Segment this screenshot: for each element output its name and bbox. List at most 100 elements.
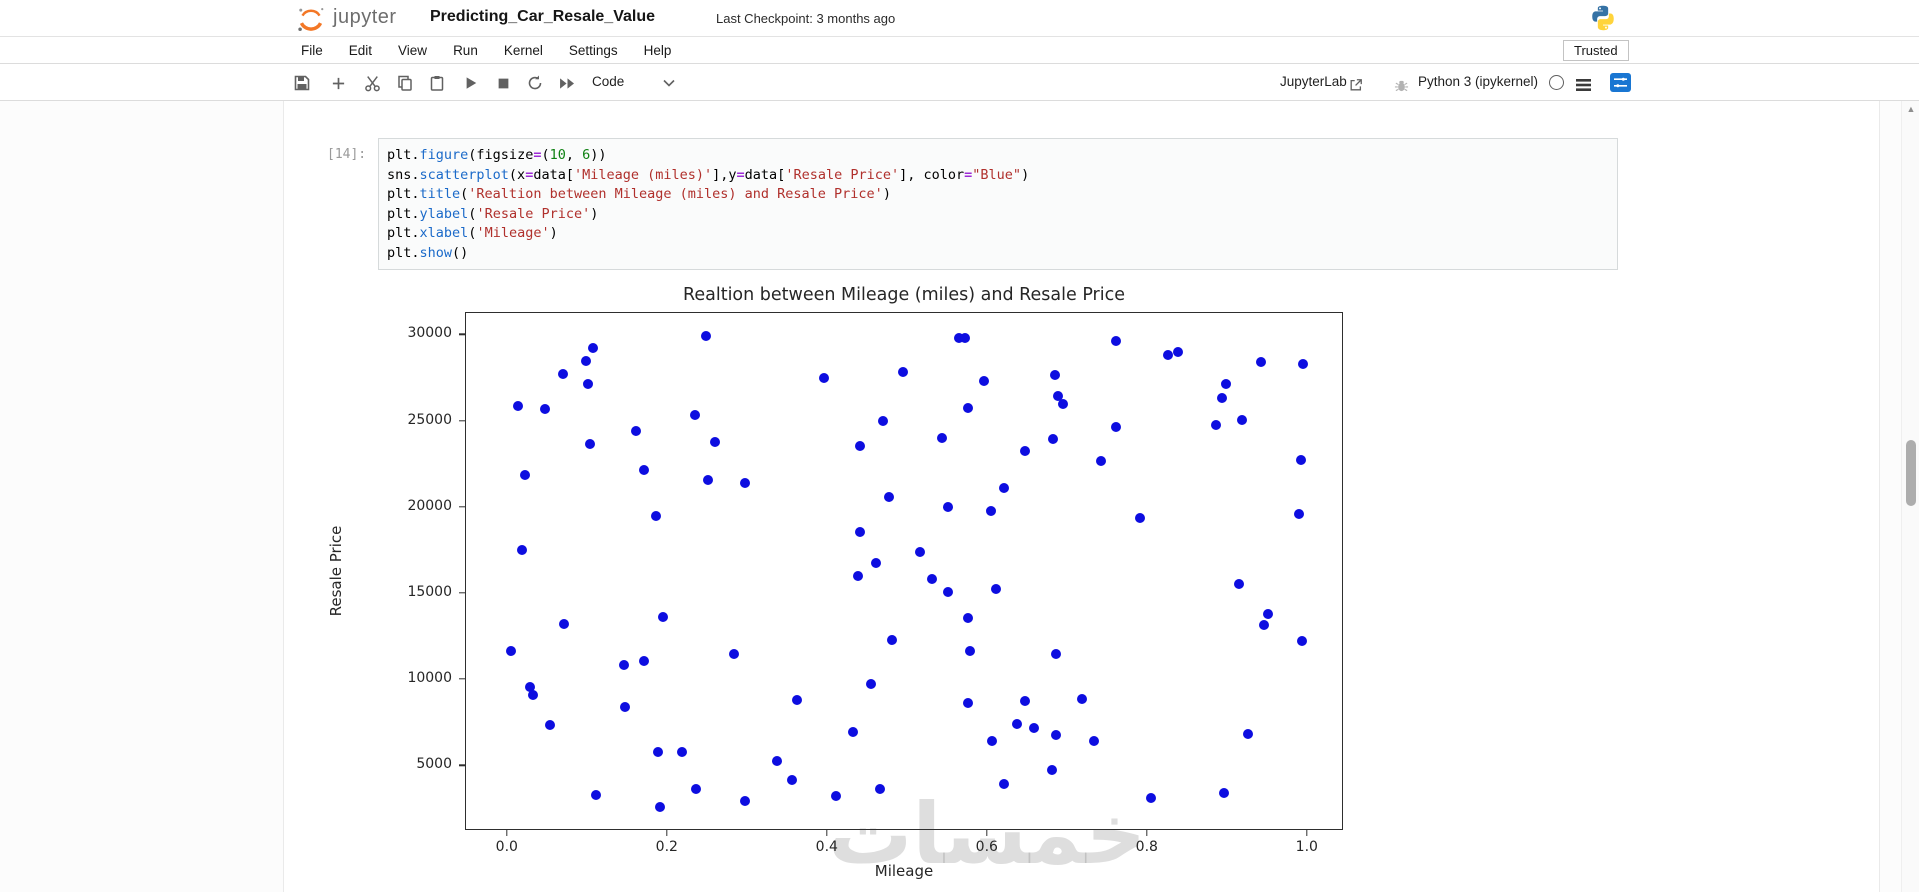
scatter-point: [818, 373, 829, 384]
scrollbar-thumb[interactable]: [1906, 440, 1916, 506]
copy-cells-button[interactable]: [394, 72, 416, 94]
scatter-point: [1173, 347, 1183, 358]
chart-title: Realtion between Mileage (miles) and Res…: [682, 285, 1126, 305]
scatter-point: [703, 475, 714, 485]
scatter-point: [1233, 579, 1244, 590]
scatter-point: [581, 356, 591, 367]
scatter-point: [1012, 718, 1023, 729]
scatter-point: [937, 432, 947, 443]
scatter-point: [528, 689, 539, 700]
menu-item-view[interactable]: View: [385, 37, 440, 64]
cell-type-dropdown[interactable]: Code: [592, 74, 624, 89]
code-line: sns.scatterplot(x=data['Mileage (miles)'…: [387, 166, 1030, 183]
scatter-point: [877, 416, 888, 427]
scatter-point: [590, 789, 601, 800]
code-line: plt.xlabel('Mileage'): [387, 225, 558, 241]
chart-y-axis-label: Resale Price: [327, 525, 345, 617]
notification-panel-icon[interactable]: [1610, 73, 1631, 92]
paste-cells-button[interactable]: [426, 72, 448, 94]
jupyter-notebook-app: jupyter Predicting_Car_Resale_Value Last…: [0, 0, 1919, 892]
scatter-point: [1145, 792, 1156, 803]
scatter-point: [1111, 336, 1122, 347]
menu-items: File Edit View Run Kernel Settings Help: [288, 37, 684, 64]
scatter-point: [986, 736, 997, 747]
scatter-point: [897, 367, 908, 378]
save-button[interactable]: [291, 72, 313, 94]
add-cell-button[interactable]: [327, 72, 349, 94]
scatter-point: [1211, 419, 1222, 430]
scatter-point: [740, 796, 751, 807]
scatter-point: [689, 409, 700, 420]
scatter-point: [1263, 609, 1274, 620]
run-cell-button[interactable]: [460, 72, 482, 94]
restart-kernel-button[interactable]: [524, 72, 546, 94]
scatter-point: [870, 557, 881, 568]
open-in-jupyterlab-link[interactable]: JupyterLab: [1280, 74, 1347, 89]
restart-run-all-button[interactable]: [556, 72, 578, 94]
kernel-name-label[interactable]: Python 3 (ipykernel): [1418, 74, 1538, 89]
menu-item-help[interactable]: Help: [631, 37, 685, 64]
kernel-status-icon: [1549, 75, 1564, 90]
scatter-point: [942, 501, 953, 512]
scatter-point: [650, 511, 661, 522]
y-tick-label: 30000: [407, 325, 452, 342]
cell-execution-prompt: [14]:: [327, 147, 367, 162]
code-cell-editor[interactable]: plt.figure(figsize=(10, 6)) sns.scatterpl…: [378, 138, 1618, 270]
x-tick-mark: [666, 829, 668, 836]
vertical-scrollbar[interactable]: ▲: [1901, 101, 1919, 892]
scatter-point: [914, 547, 925, 558]
y-tick-mark: [459, 678, 466, 680]
trusted-button[interactable]: Trusted: [1563, 40, 1629, 61]
scatter-point: [965, 645, 975, 656]
x-tick-label: 0.2: [655, 839, 678, 855]
x-tick-mark: [506, 829, 508, 836]
scatter-point: [520, 469, 531, 480]
scatter-point: [792, 694, 803, 705]
interrupt-kernel-button[interactable]: [492, 72, 514, 94]
chevron-down-icon[interactable]: [658, 72, 680, 94]
menu-item-kernel[interactable]: Kernel: [491, 37, 556, 64]
scatter-point: [848, 727, 859, 738]
scatter-point: [1089, 736, 1099, 747]
scatter-point: [677, 747, 687, 758]
scatter-point: [1221, 379, 1231, 390]
menu-item-run[interactable]: Run: [440, 37, 491, 64]
scatter-point: [1297, 358, 1308, 369]
scatter-point: [1048, 433, 1059, 444]
scatter-point: [583, 379, 594, 390]
jupyter-logo-icon[interactable]: [296, 4, 326, 34]
scatter-point: [740, 477, 751, 488]
notebook-title[interactable]: Predicting_Car_Resale_Value: [430, 8, 655, 26]
scatter-point: [1163, 350, 1174, 361]
scatter-point: [653, 747, 663, 758]
scatter-point: [985, 506, 996, 517]
scroll-up-arrow[interactable]: ▲: [1905, 103, 1917, 115]
menu-item-edit[interactable]: Edit: [336, 37, 385, 64]
jupyter-wordmark: jupyter: [333, 6, 397, 28]
scatter-point: [1293, 508, 1304, 519]
scatter-point: [540, 404, 551, 415]
scatter-point: [1028, 723, 1039, 734]
scatter-point: [1096, 456, 1107, 467]
x-tick-mark: [1306, 829, 1308, 836]
y-tick-label: 15000: [407, 584, 452, 601]
header-bar: jupyter Predicting_Car_Resale_Value Last…: [0, 0, 1919, 37]
menu-item-settings[interactable]: Settings: [556, 37, 631, 64]
scatter-point: [963, 698, 974, 709]
debugger-bug-icon[interactable]: [1390, 74, 1412, 96]
scatter-point: [505, 645, 516, 656]
scatter-point: [1256, 356, 1267, 367]
cut-cells-button[interactable]: [361, 72, 383, 94]
menu-item-file[interactable]: File: [288, 37, 336, 64]
scatter-point: [588, 343, 599, 354]
scatter-point: [1057, 399, 1068, 410]
scatter-point: [1296, 455, 1307, 466]
y-tick-label: 5000: [416, 756, 452, 773]
scatter-point: [998, 482, 1009, 493]
scatter-point: [1020, 696, 1031, 707]
scatter-point: [639, 464, 650, 475]
scatter-point: [517, 544, 527, 555]
external-link-icon[interactable]: [1345, 74, 1367, 96]
kernel-sessions-menu-icon[interactable]: [1572, 74, 1594, 96]
scatter-point: [654, 802, 665, 813]
